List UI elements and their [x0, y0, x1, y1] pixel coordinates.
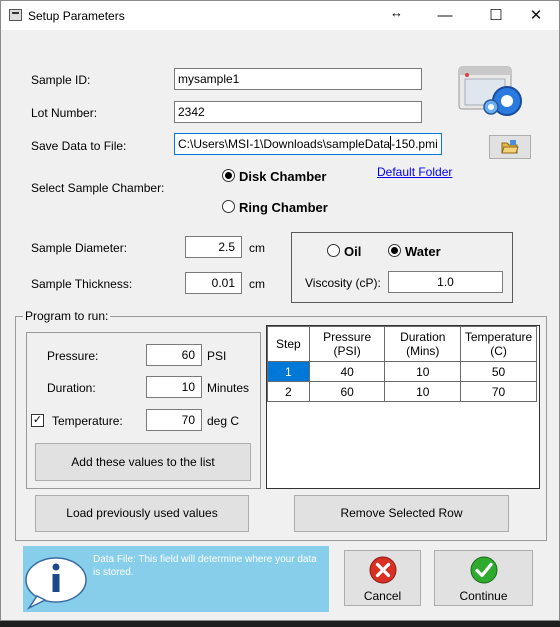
- save-file-label: Save Data to File:: [31, 139, 127, 153]
- info-panel: Data File: This field will determine whe…: [23, 546, 329, 612]
- table-row[interactable]: 2 60 10 70: [267, 381, 537, 402]
- pressure-label: Pressure:: [47, 349, 99, 363]
- thickness-label: Sample Thickness:: [31, 277, 133, 291]
- column-header-step[interactable]: Step: [267, 326, 310, 362]
- table-cell[interactable]: 1: [267, 361, 310, 382]
- default-folder-link[interactable]: Default Folder: [377, 165, 452, 179]
- chamber-label: Select Sample Chamber:: [31, 181, 165, 195]
- save-file-path-text: C:\Users\MSI-1\Downloads\sampleData: [178, 137, 391, 151]
- close-button[interactable]: ✕: [513, 1, 559, 30]
- duration-input[interactable]: 10: [146, 376, 202, 398]
- table-cell[interactable]: 2: [267, 381, 310, 402]
- temperature-input[interactable]: 70: [146, 409, 202, 431]
- continue-button[interactable]: Continue: [434, 550, 533, 606]
- water-radio[interactable]: [388, 244, 401, 257]
- window-title: Setup Parameters: [28, 9, 125, 23]
- ring-chamber-radio[interactable]: [222, 200, 235, 213]
- header-step-text: Step: [276, 337, 301, 351]
- table-cell[interactable]: 40: [308, 361, 386, 382]
- sample-id-label: Sample ID:: [31, 73, 91, 87]
- table-row[interactable]: 1 40 10 50: [267, 361, 537, 382]
- remove-selected-row-button[interactable]: Remove Selected Row: [294, 495, 509, 532]
- thickness-input[interactable]: 0.01: [185, 272, 242, 294]
- diameter-unit: cm: [249, 241, 265, 255]
- sample-id-input[interactable]: mysample1: [174, 68, 422, 90]
- ring-chamber-label[interactable]: Ring Chamber: [239, 200, 328, 215]
- water-label[interactable]: Water: [405, 244, 441, 259]
- cancel-label: Cancel: [363, 589, 402, 603]
- taskbar-edge: [0, 621, 560, 627]
- oil-radio[interactable]: [327, 244, 340, 257]
- lot-number-input[interactable]: 2342: [174, 101, 422, 123]
- steps-table-container: Step Pressure (PSI) Duration (Mins) Temp…: [266, 325, 540, 489]
- table-cell[interactable]: 50: [460, 361, 537, 382]
- title-bar: Setup Parameters ↔ — ☐ ✕: [1, 1, 559, 30]
- column-header-pressure[interactable]: Pressure (PSI): [308, 326, 386, 362]
- temperature-checkbox[interactable]: ✓: [31, 414, 44, 427]
- pressure-unit: PSI: [207, 349, 227, 363]
- resize-cursor-icon: ↔: [390, 5, 403, 20]
- open-folder-icon: [501, 140, 519, 154]
- temperature-label: Temperature:: [52, 414, 123, 428]
- add-values-button[interactable]: Add these values to the list: [35, 443, 251, 481]
- steps-table: Step Pressure (PSI) Duration (Mins) Temp…: [267, 326, 537, 402]
- cancel-button[interactable]: Cancel: [344, 550, 421, 606]
- column-header-duration[interactable]: Duration (Mins): [384, 326, 462, 362]
- table-cell[interactable]: 60: [308, 381, 386, 402]
- load-previous-values-button[interactable]: Load previously used values: [35, 495, 249, 532]
- cancel-icon: [369, 556, 396, 584]
- viscosity-input[interactable]: 1.0: [388, 271, 503, 293]
- setup-gear-icon: [458, 66, 522, 116]
- temperature-unit: deg C: [207, 414, 240, 428]
- save-file-input[interactable]: C:\Users\MSI-1\Downloads\sampleData-150.…: [174, 133, 442, 155]
- duration-unit: Minutes: [207, 381, 250, 395]
- viscosity-label: Viscosity (cP):: [305, 276, 381, 290]
- diameter-label: Sample Diameter:: [31, 241, 128, 255]
- table-cell[interactable]: 10: [384, 361, 462, 382]
- disk-chamber-radio[interactable]: [222, 169, 235, 182]
- oil-label[interactable]: Oil: [344, 244, 361, 259]
- column-header-temperature[interactable]: Temperature (C): [460, 326, 537, 362]
- checkmark-icon: [470, 556, 497, 584]
- header-temperature-text: Temperature (C): [464, 330, 533, 358]
- disk-chamber-label[interactable]: Disk Chamber: [239, 169, 326, 184]
- continue-label: Continue: [459, 589, 508, 603]
- pressure-input[interactable]: 60: [146, 344, 202, 366]
- browse-folder-button[interactable]: [489, 135, 531, 159]
- thickness-unit: cm: [249, 277, 265, 291]
- duration-label: Duration:: [47, 381, 96, 395]
- info-icon: [25, 557, 87, 610]
- save-file-path-suffix: -150.pmi: [391, 137, 438, 151]
- table-cell[interactable]: 10: [384, 381, 462, 402]
- setup-parameters-window: Setup Parameters ↔ — ☐ ✕ Sample ID: mysa…: [0, 0, 560, 621]
- diameter-input[interactable]: 2.5: [185, 236, 242, 258]
- header-pressure-text: Pressure (PSI): [323, 330, 372, 358]
- program-group-label: Program to run:: [23, 309, 111, 323]
- table-cell[interactable]: 70: [460, 381, 537, 402]
- info-text: Data File: This field will determine whe…: [93, 554, 317, 578]
- header-duration-text: Duration (Mins): [400, 330, 446, 358]
- lot-number-label: Lot Number:: [31, 106, 98, 120]
- minimize-button[interactable]: —: [422, 1, 468, 30]
- app-icon: [9, 9, 22, 21]
